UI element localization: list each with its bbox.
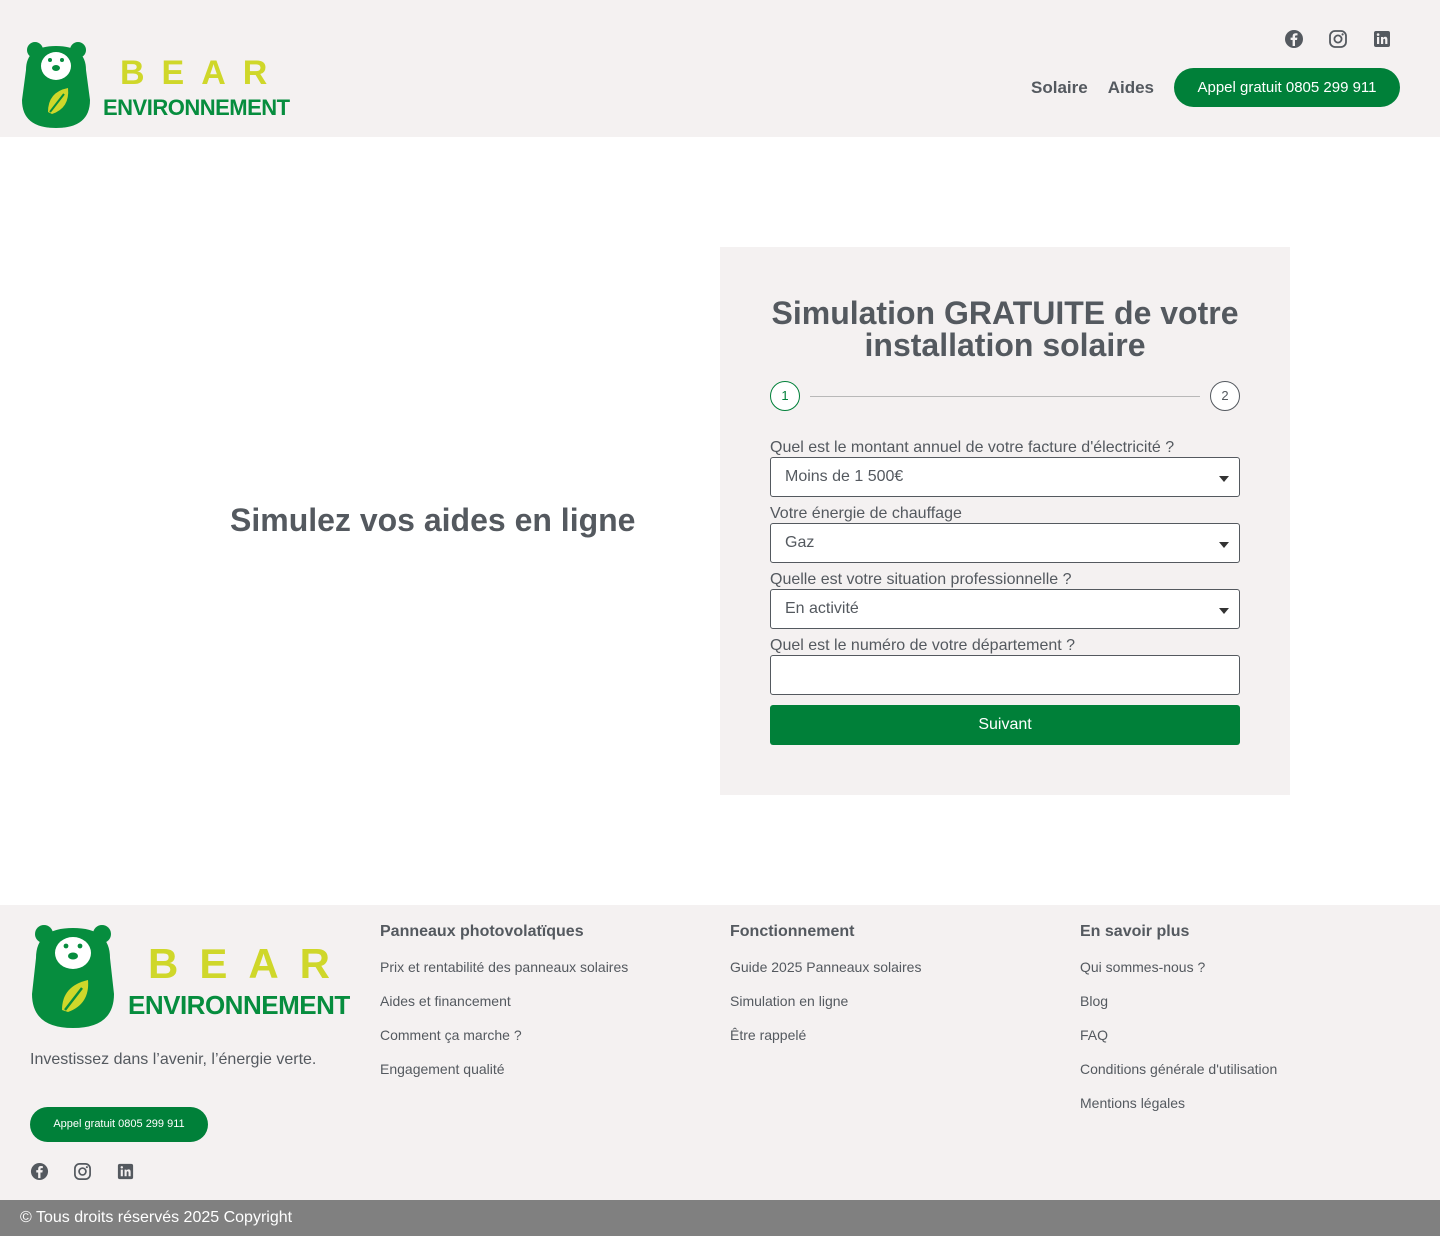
department-number-label: Quel est le numéro de votre département … xyxy=(770,637,1076,654)
electricity-bill-label: Quel est le montant annuel de votre fact… xyxy=(770,439,1175,456)
svg-text:BEAR: BEAR xyxy=(148,940,351,987)
copyright-bar: © Tous droits réservés 2025 Copyright xyxy=(0,1200,1440,1236)
main-navigation: Solaire Aides Appel gratuit 0805 299 911 xyxy=(1031,68,1400,107)
step-2-indicator: 2 xyxy=(1210,381,1240,411)
caret-down-icon xyxy=(1219,608,1229,614)
footer-link[interactable]: Comment ça marche ? xyxy=(380,1027,628,1061)
footer-social-links xyxy=(30,1162,135,1181)
footer-link[interactable]: Simulation en ligne xyxy=(730,993,921,1027)
footer-link[interactable]: Qui sommes-nous ? xyxy=(1080,959,1277,993)
footer-column-title: En savoir plus xyxy=(1080,923,1190,940)
step-connector xyxy=(810,396,1200,397)
professional-situation-value: En activité xyxy=(785,600,859,617)
linkedin-icon[interactable] xyxy=(1372,29,1392,49)
svg-text:BEAR: BEAR xyxy=(120,54,284,92)
bear-icon xyxy=(32,925,114,1028)
copyright-text: © Tous droits réservés 2025 Copyright xyxy=(20,1209,293,1226)
footer-link[interactable]: Aides et financement xyxy=(380,993,628,1027)
electricity-bill-value: Moins de 1 500€ xyxy=(785,468,904,485)
bear-icon xyxy=(22,42,90,128)
nav-link-aides[interactable]: Aides xyxy=(1108,78,1154,98)
form-title: Simulation GRATUITE de votre installatio… xyxy=(771,295,1239,363)
facebook-icon[interactable] xyxy=(1284,29,1304,49)
brand-logo[interactable]: BEAR ENVIRONNEMENT xyxy=(20,40,300,130)
svg-text:ENVIRONNEMENT: ENVIRONNEMENT xyxy=(103,95,291,120)
form-progress-steps: 1 2 xyxy=(770,381,1240,411)
professional-situation-select[interactable]: En activité xyxy=(770,589,1240,629)
svg-text:ENVIRONNEMENT: ENVIRONNEMENT xyxy=(128,990,350,1020)
electricity-bill-select[interactable]: Moins de 1 500€ xyxy=(770,457,1240,497)
linkedin-icon[interactable] xyxy=(116,1162,135,1181)
hero-title: Simulez vos aides en ligne xyxy=(230,502,636,538)
footer-link[interactable]: FAQ xyxy=(1080,1027,1277,1061)
header-social-links xyxy=(1284,29,1392,49)
footer-link[interactable]: Engagement qualité xyxy=(380,1061,628,1095)
footer-column-title: Panneaux photovolatïques xyxy=(380,923,584,940)
caret-down-icon xyxy=(1219,476,1229,482)
simulation-form: Simulation GRATUITE de votre installatio… xyxy=(720,247,1290,795)
step-1-indicator: 1 xyxy=(770,381,800,411)
footer-column-en-savoir-plus: En savoir plus Qui sommes-nous ? Blog FA… xyxy=(1080,923,1277,1129)
instagram-icon[interactable] xyxy=(1328,29,1348,49)
footer-column-panneaux: Panneaux photovolatïques Prix et rentabi… xyxy=(380,923,628,1095)
instagram-icon[interactable] xyxy=(73,1162,92,1181)
footer-link[interactable]: Mentions légales xyxy=(1080,1095,1277,1129)
facebook-icon[interactable] xyxy=(30,1162,49,1181)
call-button[interactable]: Appel gratuit 0805 299 911 xyxy=(1174,68,1400,107)
heating-energy-select[interactable]: Gaz xyxy=(770,523,1240,563)
nav-link-solaire[interactable]: Solaire xyxy=(1031,78,1088,98)
professional-situation-label: Quelle est votre situation professionnel… xyxy=(770,571,1072,588)
footer-link[interactable]: Blog xyxy=(1080,993,1277,1027)
next-button[interactable]: Suivant xyxy=(770,705,1240,745)
heating-energy-value: Gaz xyxy=(785,534,815,551)
footer-brand-logo[interactable]: BEAR ENVIRONNEMENT xyxy=(30,924,362,1030)
footer-column-fonctionnement: Fonctionnement Guide 2025 Panneaux solai… xyxy=(730,923,921,1061)
footer-call-button[interactable]: Appel gratuit 0805 299 911 xyxy=(30,1107,208,1142)
footer-column-title: Fonctionnement xyxy=(730,923,855,940)
site-header: BEAR ENVIRONNEMENT Solaire Aides Appel g… xyxy=(0,0,1440,137)
heating-energy-label: Votre énergie de chauffage xyxy=(770,505,962,522)
footer-tagline: Investissez dans l’avenir, l’énergie ver… xyxy=(30,1051,317,1068)
footer-link[interactable]: Guide 2025 Panneaux solaires xyxy=(730,959,921,993)
caret-down-icon xyxy=(1219,542,1229,548)
footer-link[interactable]: Conditions générale d'utilisation xyxy=(1080,1061,1277,1095)
footer-link[interactable]: Être rappelé xyxy=(730,1027,921,1061)
footer-link[interactable]: Prix et rentabilité des panneaux solaire… xyxy=(380,959,628,993)
department-number-input[interactable] xyxy=(770,655,1240,695)
